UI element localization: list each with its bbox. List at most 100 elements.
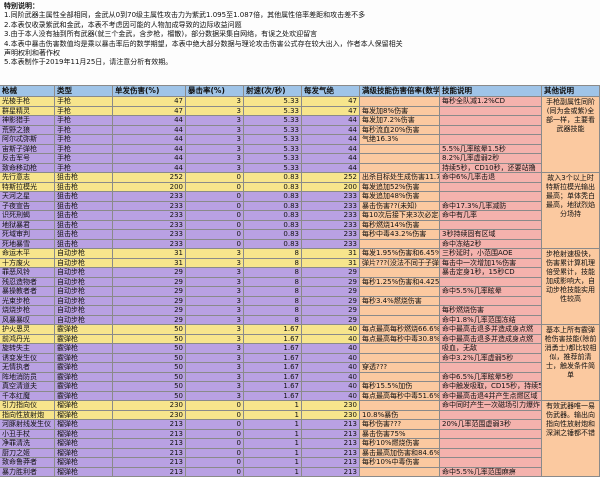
weapon-type-cell[interactable]: 榴弹枪 — [55, 429, 113, 439]
weapon-name-cell[interactable]: 神影猎手 — [0, 116, 55, 126]
crit-rate-cell[interactable]: 3 — [186, 249, 244, 259]
col-weapon-name-header[interactable]: 枪械 — [0, 86, 55, 97]
fire-rate-cell[interactable]: 8 — [244, 315, 302, 325]
weapon-name-cell[interactable]: 千本红魔 — [0, 391, 55, 401]
damage-cell[interactable]: 29 — [113, 296, 186, 306]
damage-cell[interactable]: 50 — [113, 353, 186, 363]
damage-cell[interactable]: 233 — [113, 239, 186, 249]
crit-rate-cell[interactable]: 0 — [186, 410, 244, 420]
stun-cell[interactable]: 213 — [302, 429, 360, 439]
weapon-type-cell[interactable]: 狙击枪 — [55, 201, 113, 211]
weapon-name-cell[interactable]: 十方废火 — [0, 258, 55, 268]
damage-cell[interactable]: 213 — [113, 420, 186, 430]
crit-rate-cell[interactable]: 3 — [186, 334, 244, 344]
damage-cell[interactable]: 31 — [113, 249, 186, 259]
damage-cell[interactable]: 213 — [113, 439, 186, 449]
skill-multiplier-cell[interactable] — [360, 344, 440, 354]
crit-rate-cell[interactable]: 3 — [186, 258, 244, 268]
weapon-name-cell[interactable]: 烧烧步枪 — [0, 306, 55, 316]
damage-cell[interactable]: 213 — [113, 458, 186, 468]
damage-cell[interactable]: 50 — [113, 372, 186, 382]
stun-cell[interactable]: 44 — [302, 116, 360, 126]
weapon-type-cell[interactable]: 手枪 — [55, 154, 113, 164]
stun-cell[interactable]: 233 — [302, 201, 360, 211]
damage-cell[interactable]: 50 — [113, 382, 186, 392]
damage-cell[interactable]: 213 — [113, 429, 186, 439]
other-notes-cell[interactable]: 有效武器唯一易伤武器。输出向指向性放射炮和深渊之锤都不错 — [542, 401, 600, 477]
fire-rate-cell[interactable]: 8 — [244, 296, 302, 306]
fire-rate-cell[interactable]: 1 — [244, 439, 302, 449]
stun-cell[interactable]: 40 — [302, 372, 360, 382]
fire-rate-cell[interactable]: 1.67 — [244, 353, 302, 363]
skill-desc-cell[interactable]: 命中同时产生一次磁场引力爆炸 — [440, 401, 542, 411]
skill-multiplier-cell[interactable] — [360, 372, 440, 382]
weapon-name-cell[interactable]: 群星精灵 — [0, 106, 55, 116]
skill-desc-cell[interactable] — [440, 448, 542, 458]
crit-rate-cell[interactable]: 3 — [186, 268, 244, 278]
skill-multiplier-cell[interactable]: 每点最高每秒燃烧66.6%伤害 — [360, 325, 440, 335]
fire-rate-cell[interactable]: 5.33 — [244, 97, 302, 107]
weapon-type-cell[interactable]: 霰弹枪 — [55, 382, 113, 392]
fire-rate-cell[interactable]: 5.33 — [244, 106, 302, 116]
skill-desc-cell[interactable]: 三秒延时，小范围AOE — [440, 249, 542, 259]
stun-cell[interactable]: 44 — [302, 154, 360, 164]
crit-rate-cell[interactable]: 0 — [186, 192, 244, 202]
skill-desc-cell[interactable] — [440, 135, 542, 145]
crit-rate-cell[interactable]: 3 — [186, 382, 244, 392]
skill-multiplier-cell[interactable]: 每发追加48%伤害 — [360, 192, 440, 202]
weapon-name-cell[interactable]: 致命移动枪 — [0, 163, 55, 173]
fire-rate-cell[interactable]: 5.33 — [244, 125, 302, 135]
skill-desc-cell[interactable]: 命中6.5%几率眩晕5秒 — [440, 372, 542, 382]
skill-desc-cell[interactable]: 命中3.2%几率虚弱5秒 — [440, 353, 542, 363]
weapon-type-cell[interactable]: 榴弹枪 — [55, 420, 113, 430]
fire-rate-cell[interactable]: 0.83 — [244, 230, 302, 240]
skill-multiplier-cell[interactable]: 每发加7.2%伤害 — [360, 116, 440, 126]
skill-multiplier-cell[interactable]: 每秒10%燃烧伤害 — [360, 439, 440, 449]
fire-rate-cell[interactable]: 8 — [244, 287, 302, 297]
stun-cell[interactable]: 31 — [302, 249, 360, 259]
weapon-type-cell[interactable]: 榴弹枪 — [55, 439, 113, 449]
skill-multiplier-cell[interactable]: 每发追加52%伤害 — [360, 182, 440, 192]
weapon-type-cell[interactable]: 自动步枪 — [55, 268, 113, 278]
stun-cell[interactable]: 40 — [302, 325, 360, 335]
damage-cell[interactable]: 29 — [113, 315, 186, 325]
skill-desc-cell[interactable]: 3秒持续固有区域 — [440, 230, 542, 240]
crit-rate-cell[interactable]: 3 — [186, 315, 244, 325]
weapon-type-cell[interactable]: 狙击枪 — [55, 182, 113, 192]
weapon-type-cell[interactable]: 霰弹枪 — [55, 344, 113, 354]
damage-cell[interactable]: 50 — [113, 325, 186, 335]
stun-cell[interactable]: 31 — [302, 258, 360, 268]
weapon-name-cell[interactable]: 阵地消防员 — [0, 372, 55, 382]
crit-rate-cell[interactable]: 0 — [186, 239, 244, 249]
fire-rate-cell[interactable]: 5.33 — [244, 116, 302, 126]
stun-cell[interactable]: 47 — [302, 97, 360, 107]
stun-cell[interactable]: 29 — [302, 296, 360, 306]
weapon-name-cell[interactable]: 诱变发生仪 — [0, 353, 55, 363]
damage-cell[interactable]: 200 — [113, 182, 186, 192]
weapon-name-cell[interactable]: 致命鲁莽者 — [0, 458, 55, 468]
damage-cell[interactable]: 213 — [113, 448, 186, 458]
damage-cell[interactable]: 29 — [113, 277, 186, 287]
weapon-type-cell[interactable]: 手枪 — [55, 116, 113, 126]
damage-cell[interactable]: 252 — [113, 173, 186, 183]
skill-multiplier-cell[interactable]: 气绝16.3% — [360, 135, 440, 145]
skill-multiplier-cell[interactable]: 10.8%暴伤 — [360, 410, 440, 420]
weapon-name-cell[interactable]: 前鸿丹光 — [0, 334, 55, 344]
weapon-type-cell[interactable]: 狙击枪 — [55, 211, 113, 221]
weapon-name-cell[interactable]: 先行意志 — [0, 173, 55, 183]
other-notes-cell[interactable]: 基本上所有霰弹枪伤害技能(除前消勇士)都比较相似，推荐前清士，触发条件简单 — [542, 325, 600, 401]
fire-rate-cell[interactable]: 0.83 — [244, 201, 302, 211]
col-other-notes-header[interactable]: 其他说明 — [542, 86, 600, 97]
weapon-type-cell[interactable]: 手枪 — [55, 106, 113, 116]
fire-rate-cell[interactable]: 8 — [244, 306, 302, 316]
crit-rate-cell[interactable]: 0 — [186, 173, 244, 183]
stun-cell[interactable]: 213 — [302, 439, 360, 449]
skill-desc-cell[interactable]: 命中5.5%几率范围麻痹 — [440, 467, 542, 477]
weapon-name-cell[interactable]: 罪恶风铃 — [0, 268, 55, 278]
col-stun-header[interactable]: 每发气绝 — [302, 86, 360, 97]
skill-desc-cell[interactable]: 20%几率范围虚弱3秒 — [440, 420, 542, 430]
crit-rate-cell[interactable]: 3 — [186, 144, 244, 154]
skill-desc-cell[interactable]: 命中5.5%几率眩晕 — [440, 287, 542, 297]
skill-multiplier-cell[interactable] — [360, 239, 440, 249]
skill-desc-cell[interactable] — [440, 277, 542, 287]
